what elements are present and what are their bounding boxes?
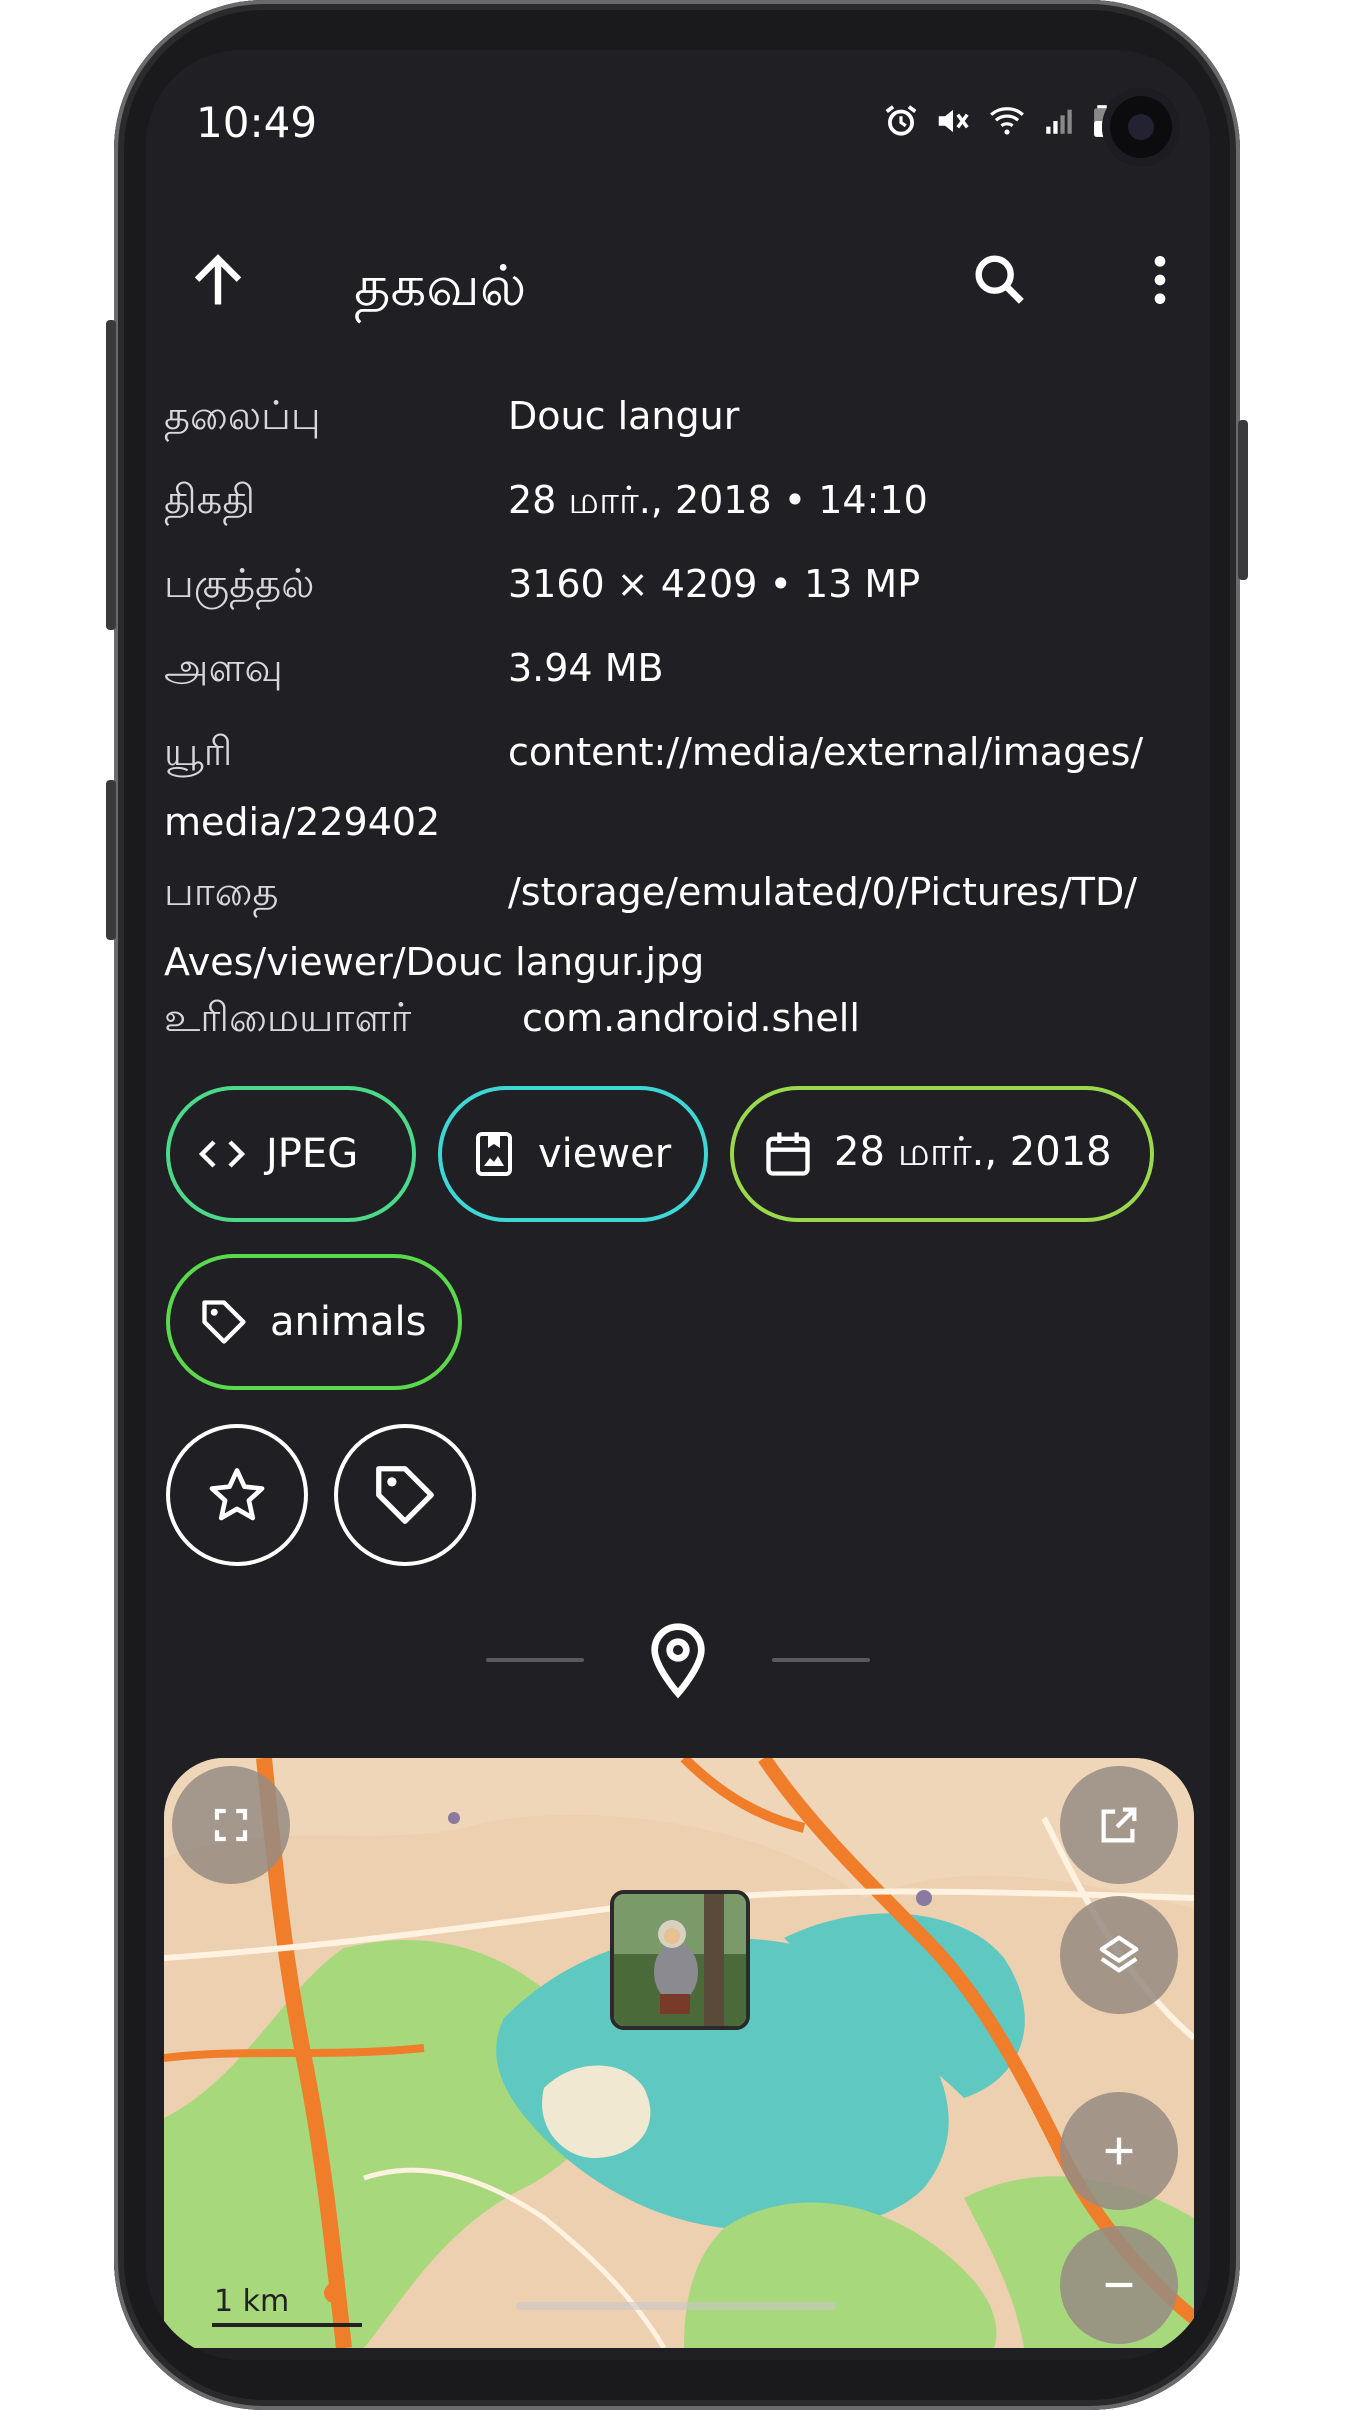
- layers-icon: [1099, 1935, 1139, 1973]
- info-label: பகுத்தல்: [164, 561, 315, 607]
- tag-icon: [198, 1296, 250, 1348]
- info-value: 3160 × 4209 • 13 MP: [508, 562, 921, 606]
- tag-chip-label: animals: [270, 1299, 427, 1345]
- minus-icon: [1105, 2282, 1133, 2288]
- search-icon: [975, 255, 1024, 304]
- monkey-thumbnail: [614, 1894, 746, 2026]
- fullscreen-icon: [214, 1808, 248, 1842]
- status-bar: 10:49: [146, 50, 1210, 200]
- volume-button: [106, 320, 116, 630]
- zoom-out-button[interactable]: [1060, 2226, 1178, 2344]
- date-chip[interactable]: 28 மார்., 2018: [730, 1086, 1154, 1222]
- page-title: தகவல்: [354, 254, 527, 319]
- info-value: /storage/emulated/0/Pictures/TD/: [508, 870, 1138, 914]
- format-chip[interactable]: JPEG: [166, 1086, 416, 1222]
- code-icon: [198, 1130, 246, 1178]
- mute-icon: [938, 109, 969, 133]
- bixby-button: [106, 780, 116, 940]
- star-icon: [209, 1468, 265, 1521]
- open-in-maps-button[interactable]: [1060, 1766, 1178, 1884]
- screen: 10:49 தகவல் தலைப்பு Douc langur திகதி 28…: [146, 50, 1210, 2360]
- location-pin-icon: [651, 1623, 705, 1699]
- map-view[interactable]: 1 km: [164, 1758, 1194, 2348]
- zoom-in-button[interactable]: [1060, 2092, 1178, 2210]
- info-label: தலைப்பு: [164, 393, 321, 439]
- back-button[interactable]: [186, 248, 250, 316]
- map-fullscreen-button[interactable]: [172, 1766, 290, 1884]
- signal-icon: [1046, 109, 1072, 134]
- map-tiles: [164, 1758, 1194, 2348]
- format-chip-label: JPEG: [266, 1131, 359, 1177]
- tag-icon: [376, 1466, 434, 1524]
- info-value: Douc langur: [508, 394, 740, 438]
- status-icons: [882, 102, 1114, 140]
- info-row-owner: உரிமையாளர் com.android.shell: [164, 982, 1184, 1066]
- album-chip-label: viewer: [538, 1131, 672, 1177]
- location-section-header: [638, 1620, 718, 1704]
- wifi-icon: [990, 107, 1024, 135]
- alarm-icon: [885, 105, 917, 136]
- info-label: யூரி: [164, 729, 233, 775]
- album-chip[interactable]: viewer: [438, 1086, 708, 1222]
- date-chip-label: 28 மார்., 2018: [834, 1128, 1112, 1175]
- info-value: content://media/external/images/: [508, 730, 1144, 774]
- home-indicator[interactable]: [516, 2302, 836, 2310]
- section-divider-right: [772, 1658, 870, 1662]
- info-row-resolution: பகுத்தல் 3160 × 4209 • 13 MP: [164, 548, 1184, 632]
- front-camera: [1102, 88, 1180, 166]
- info-row-path: பாதை /storage/emulated/0/Pictures/TD/ Av…: [164, 856, 1184, 996]
- info-label: பாதை: [164, 869, 279, 915]
- info-row-size: அளவு 3.94 MB: [164, 632, 1184, 716]
- favourite-button[interactable]: [166, 1424, 308, 1566]
- more-vert-icon: [1154, 256, 1166, 304]
- info-value: 3.94 MB: [508, 646, 664, 690]
- map-scale-label: 1 km: [214, 2284, 290, 2319]
- more-options-button[interactable]: [1128, 248, 1192, 316]
- info-value-continued: media/229402: [164, 800, 441, 844]
- power-button: [1238, 420, 1248, 580]
- open-external-icon: [1101, 1807, 1137, 1843]
- tag-chip[interactable]: animals: [166, 1254, 462, 1390]
- map-layers-button[interactable]: [1060, 1896, 1178, 2014]
- info-list: தலைப்பு Douc langur திகதி 28 மார்., 2018…: [164, 380, 1184, 1066]
- info-value: 28 மார்., 2018 • 14:10: [508, 478, 928, 522]
- info-row-uri: யூரி content://media/external/images/ me…: [164, 716, 1184, 856]
- map-scale-bar: [212, 2323, 362, 2327]
- album-icon: [470, 1130, 518, 1178]
- info-label: அளவு: [164, 645, 283, 691]
- search-button[interactable]: [968, 248, 1032, 316]
- info-row-title: தலைப்பு Douc langur: [164, 380, 1184, 464]
- edit-tags-button[interactable]: [334, 1424, 476, 1566]
- info-label: திகதி: [164, 477, 256, 523]
- photo-marker[interactable]: [610, 1890, 750, 2030]
- status-time: 10:49: [196, 98, 318, 147]
- app-bar: தகவல்: [146, 220, 1210, 340]
- arrow-up-icon: [194, 254, 242, 305]
- section-divider-left: [486, 1658, 584, 1662]
- info-label: உரிமையாளர்: [164, 995, 412, 1041]
- info-row-date: திகதி 28 மார்., 2018 • 14:10: [164, 464, 1184, 548]
- calendar-icon: [762, 1128, 814, 1180]
- info-value: com.android.shell: [522, 996, 860, 1040]
- plus-icon: [1105, 2137, 1133, 2165]
